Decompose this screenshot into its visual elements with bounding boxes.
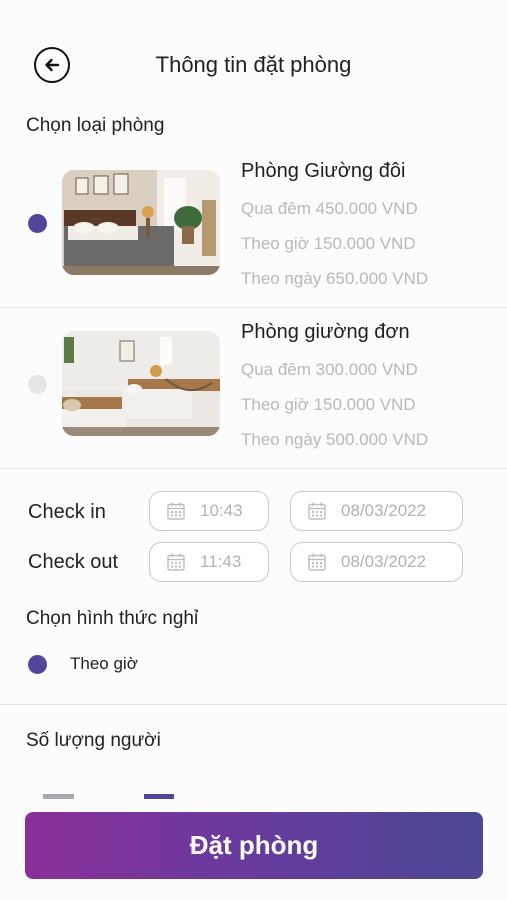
checkout-time-field[interactable]: 11:43 [149, 542, 269, 582]
room-name-single: Phòng giường đơn [241, 321, 410, 343]
room-type-label: Chọn loại phòng [26, 115, 165, 136]
checkin-time-value: 10:43 [200, 501, 243, 520]
divider [0, 468, 507, 469]
guest-count-indicator[interactable] [144, 794, 174, 799]
calendar-icon [167, 553, 185, 571]
room-image-double [62, 170, 220, 275]
calendar-icon [167, 502, 185, 520]
checkin-time-field[interactable]: 10:43 [149, 491, 269, 531]
calendar-icon [308, 553, 326, 571]
calendar-icon [308, 502, 326, 520]
checkin-date-field[interactable]: 08/03/2022 [290, 491, 463, 531]
checkin-date-value: 08/03/2022 [341, 501, 427, 520]
guest-count-label: Số lượng người [26, 730, 161, 751]
divider [0, 704, 507, 705]
checkin-label: Check in [28, 501, 106, 523]
stay-type-radio-hourly[interactable] [28, 655, 47, 674]
room-price-daily: Theo ngày 500.000 VND [241, 430, 429, 449]
room-image-single [62, 331, 220, 436]
room-price-hourly: Theo giờ 150.000 VND [241, 395, 416, 414]
divider [0, 307, 507, 308]
page-title: Thông tin đặt phòng [155, 52, 352, 77]
room-price-hourly: Theo giờ 150.000 VND [241, 234, 416, 253]
checkout-time-value: 11:43 [200, 552, 242, 571]
room-option-double[interactable]: Phòng Giường đôi Qua đêm 450.000 VND The… [0, 148, 507, 308]
stay-type-option-label: Theo giờ [70, 654, 138, 673]
room-price-daily: Theo ngày 650.000 VND [241, 269, 429, 288]
room-option-single[interactable]: Phòng giường đơn Qua đêm 300.000 VND The… [0, 309, 507, 469]
room-name-double: Phòng Giường đôi [241, 160, 406, 182]
checkout-date-field[interactable]: 08/03/2022 [290, 542, 463, 582]
stay-type-label: Chọn hình thức nghỉ [26, 608, 199, 629]
checkout-date-value: 08/03/2022 [341, 552, 427, 571]
room-price-overnight: Qua đêm 300.000 VND [241, 360, 418, 379]
guest-decrease-button[interactable] [43, 794, 74, 799]
checkout-label: Check out [28, 551, 119, 573]
room-radio-single[interactable] [28, 375, 47, 394]
book-room-button[interactable]: Đặt phòng [25, 812, 483, 879]
room-radio-double[interactable] [28, 214, 47, 233]
room-price-overnight: Qua đêm 450.000 VND [241, 199, 418, 218]
